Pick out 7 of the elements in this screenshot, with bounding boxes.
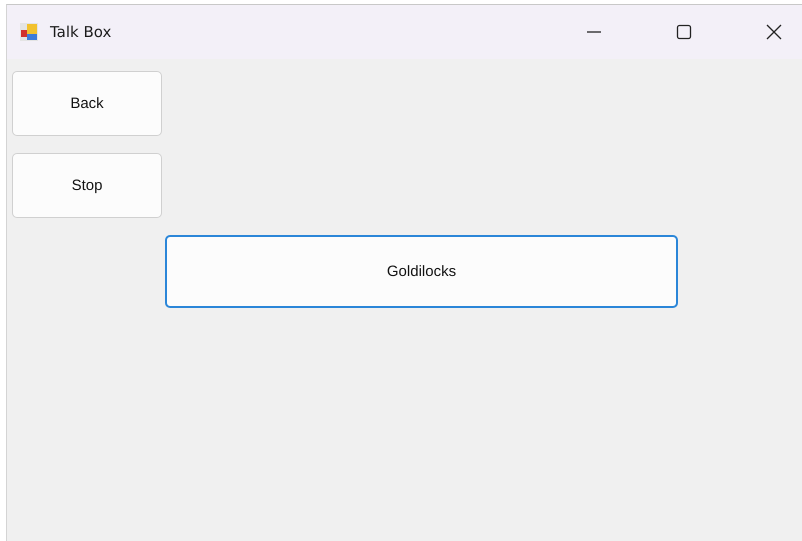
button[interactable]: Goldilocks (165, 235, 678, 308)
app-icon (20, 23, 38, 41)
button[interactable]: Stop (12, 153, 162, 218)
close-icon[interactable] (766, 24, 782, 40)
maximize-icon[interactable] (676, 24, 692, 40)
window-title: Talk Box (50, 23, 112, 41)
button[interactable]: Back (12, 71, 162, 136)
